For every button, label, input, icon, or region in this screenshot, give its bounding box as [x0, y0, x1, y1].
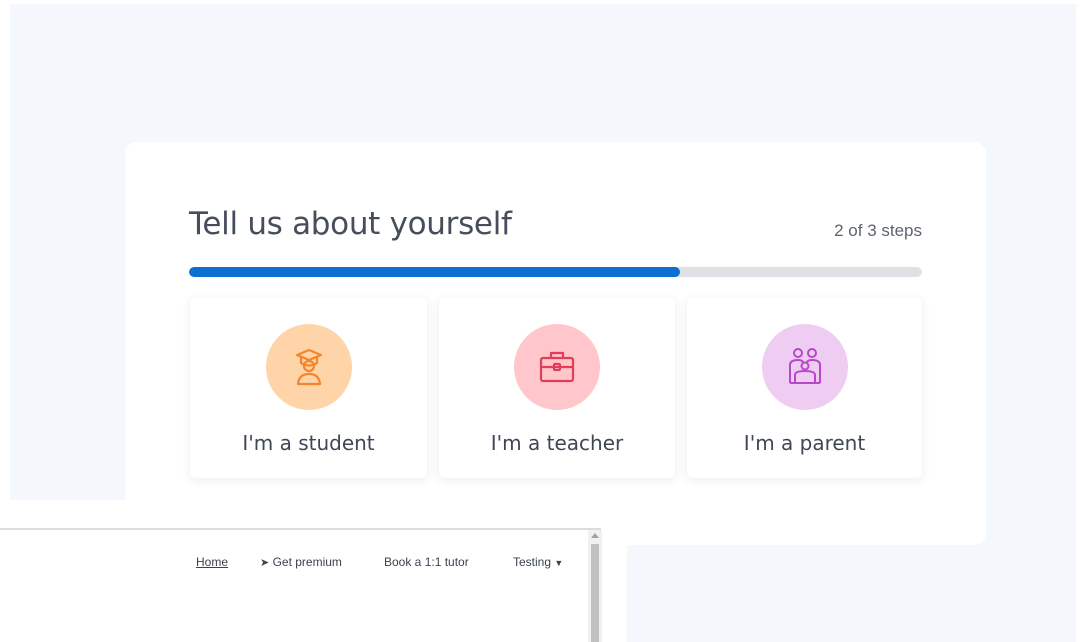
teacher-option-label: I'm a teacher: [490, 431, 624, 455]
book-tutor-link[interactable]: Book a 1:1 tutor: [384, 555, 469, 569]
progress-bar-fill: [189, 267, 681, 277]
navbar-divider: [0, 528, 601, 530]
parent-option-label: I'm a parent: [743, 431, 866, 455]
teacher-icon-circle: [514, 324, 600, 410]
parent-icon-circle: [761, 324, 848, 410]
testing-menu[interactable]: Testing: [513, 555, 551, 569]
navbar-screenshot: Home ➤ Get premium Book a 1:1 tutor Test…: [0, 500, 627, 642]
home-link[interactable]: Home: [196, 555, 228, 569]
scroll-up-arrow-icon[interactable]: [591, 533, 599, 538]
teacher-option-card[interactable]: I'm a teacher: [439, 298, 675, 478]
scrollbar-thumb[interactable]: [591, 544, 599, 642]
parent-option-card[interactable]: I'm a parent: [687, 298, 922, 478]
page-title: Tell us about yourself: [189, 206, 512, 242]
student-option-card[interactable]: I'm a student: [190, 298, 427, 478]
student-icon-circle: [265, 324, 352, 410]
rocket-icon: ➤: [260, 557, 270, 569]
scrollbar[interactable]: [588, 530, 602, 642]
family-icon: [788, 348, 821, 384]
step-counter: 2 of 3 steps: [834, 221, 922, 240]
progress-bar: [189, 267, 922, 277]
chevron-down-icon: ▼: [554, 558, 564, 568]
get-premium-link[interactable]: Get premium: [273, 555, 342, 569]
student-graduate-icon: [295, 348, 322, 386]
student-option-label: I'm a student: [242, 431, 375, 455]
briefcase-icon: [539, 351, 575, 383]
